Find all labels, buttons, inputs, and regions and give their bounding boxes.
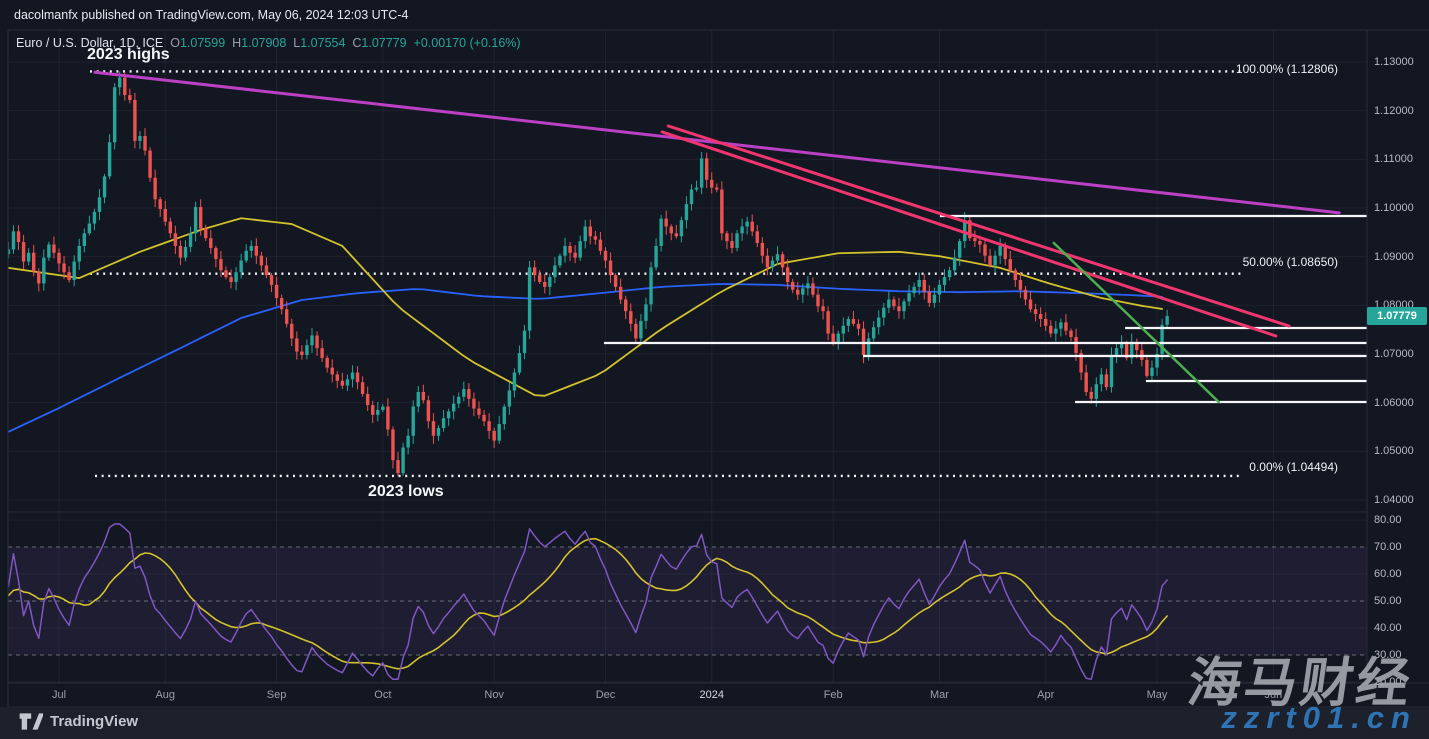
attribution-text: dacolmanfx published on TradingView.com,… (14, 8, 408, 22)
time-tick-label: Mar (930, 689, 949, 701)
fib-label-50: 50.00% (1.08650) (1243, 255, 1338, 269)
price-tick-label: 1.10000 (1374, 202, 1414, 214)
price-tick-label: 1.13000 (1374, 56, 1414, 68)
rsi-tick-label: 70.00 (1374, 541, 1402, 553)
rsi-tick-label: 50.00 (1374, 595, 1402, 607)
price-tick-label: 1.05000 (1374, 445, 1414, 457)
ohlc-high: H1.07908 (232, 36, 286, 50)
fib-label-100: 100.00% (1.12806) (1236, 62, 1338, 76)
price-tick-label: 1.12000 (1374, 105, 1414, 117)
change-value: +0.00170 (+0.16%) (414, 36, 521, 50)
time-tick-label: May (1147, 689, 1168, 701)
annotation-2023-highs: 2023 highs (87, 46, 170, 64)
time-tick-label: Dec (596, 689, 616, 701)
price-tick-label: 1.04000 (1374, 494, 1414, 506)
price-pane[interactable] (8, 30, 1367, 512)
time-tick-label: 2024 (699, 689, 723, 701)
last-price-badge: 1.07779 (1367, 307, 1427, 325)
tradingview-published-chart: dacolmanfx published on TradingView.com,… (0, 0, 1429, 739)
annotation-2023-lows: 2023 lows (368, 483, 444, 501)
tradingview-logo-text: TradingView (50, 713, 138, 730)
ohlc-close: C1.07779 (352, 36, 406, 50)
time-tick-label: Oct (374, 689, 391, 701)
time-tick-label: Jul (52, 689, 66, 701)
tradingview-logo[interactable]: TradingView (18, 712, 138, 731)
price-tick-label: 1.06000 (1374, 397, 1414, 409)
price-tick-label: 1.07000 (1374, 348, 1414, 360)
time-tick-label: Nov (484, 689, 504, 701)
fib-label-0: 0.00% (1.04494) (1249, 460, 1338, 474)
watermark-url: zzrt01.cn (1221, 700, 1417, 736)
ohlc-low: L1.07554 (293, 36, 345, 50)
rsi-pane[interactable] (8, 513, 1367, 683)
time-tick-label: Aug (155, 689, 175, 701)
ohlc-open: O1.07599 (170, 36, 225, 50)
rsi-tick-label: 40.00 (1374, 622, 1402, 634)
time-tick-label: Sep (267, 689, 287, 701)
tradingview-logo-icon (18, 712, 43, 731)
time-tick-label: Feb (824, 689, 843, 701)
rsi-tick-label: 80.00 (1374, 514, 1402, 526)
price-tick-label: 1.11000 (1374, 153, 1413, 165)
time-tick-label: Apr (1037, 689, 1054, 701)
price-tick-label: 1.09000 (1374, 251, 1414, 263)
rsi-tick-label: 60.00 (1374, 568, 1402, 580)
